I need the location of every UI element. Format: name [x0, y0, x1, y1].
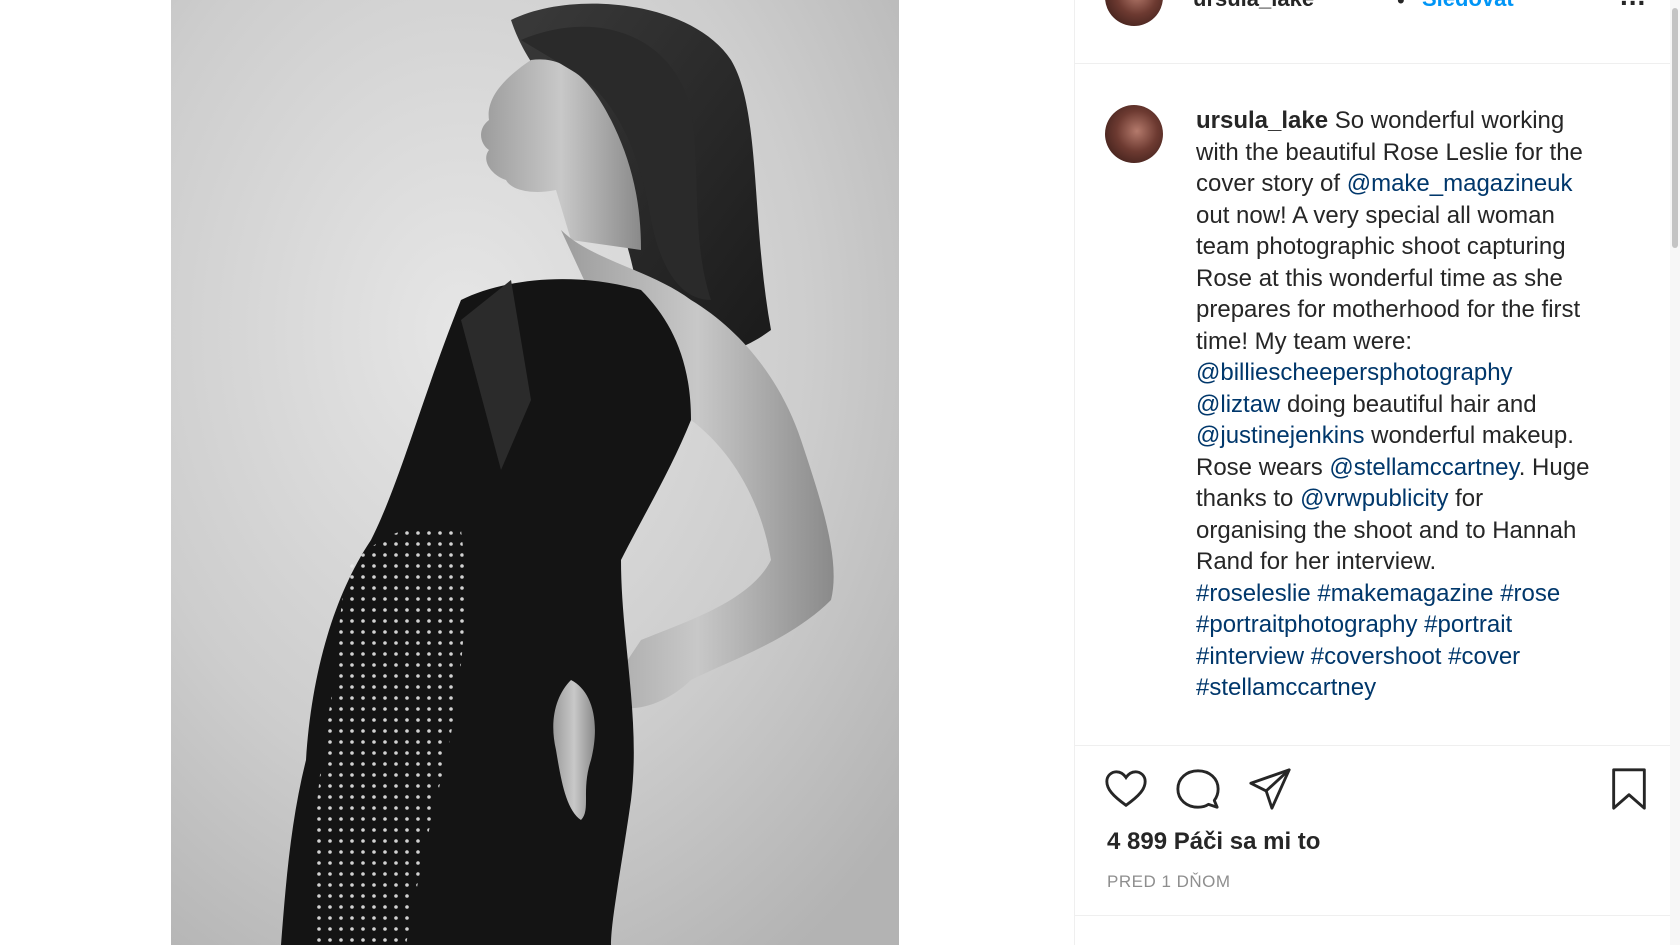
- bookmark-icon[interactable]: [1606, 766, 1652, 812]
- caption-line: organising the shoot and to Hannah: [1196, 516, 1577, 544]
- hashtag-link[interactable]: #rose: [1500, 580, 1560, 607]
- paper-plane-icon[interactable]: [1247, 766, 1293, 812]
- header-separator: •: [1397, 0, 1405, 13]
- caption-author-avatar[interactable]: [1105, 105, 1163, 163]
- comment-bubble-icon[interactable]: [1175, 766, 1221, 812]
- hashtag-link[interactable]: #makemagazine: [1317, 580, 1493, 607]
- caption-text: cover story of: [1196, 170, 1347, 197]
- scrollbar-thumb[interactable]: [1672, 8, 1678, 248]
- hashtag-link[interactable]: #portrait: [1424, 611, 1512, 638]
- caption-text: doing beautiful hair and: [1280, 390, 1537, 418]
- hashtag-link[interactable]: #stellamccartney: [1196, 674, 1376, 701]
- comments-section[interactable]: ursula_lake So wonderful working with th…: [1075, 65, 1671, 745]
- caption-line: with the beautiful Rose Leslie for the: [1196, 138, 1583, 166]
- mention-link[interactable]: @liztaw: [1196, 391, 1280, 418]
- caption-line: cover story of @make_magazineuk: [1196, 168, 1626, 200]
- page-scrollbar[interactable]: [1670, 0, 1680, 945]
- mention-link[interactable]: @make_magazineuk: [1347, 170, 1573, 197]
- caption-line: #stellamccartney: [1196, 672, 1626, 704]
- caption-username[interactable]: ursula_lake: [1196, 107, 1328, 134]
- caption-text: thanks to: [1196, 485, 1301, 512]
- post-timestamp[interactable]: PRED 1 DŇOM: [1107, 872, 1231, 892]
- hashtag-link[interactable]: #interview: [1196, 643, 1304, 670]
- caption-line: #portraitphotography #portrait: [1196, 609, 1626, 641]
- instagram-post-page: ursula_lake • Sledovať ... ursula_lake S…: [0, 0, 1680, 945]
- hashtag-link[interactable]: #cover: [1448, 643, 1520, 670]
- more-options-icon[interactable]: ...: [1620, 0, 1646, 12]
- post-side-panel: ursula_lake • Sledovať ... ursula_lake S…: [1074, 0, 1679, 945]
- post-actions: 4 899 Páči sa mi to PRED 1 DŇOM: [1075, 745, 1679, 915]
- heart-icon[interactable]: [1103, 766, 1149, 812]
- caption-line: Rose at this wonderful time as she: [1196, 264, 1563, 292]
- caption-line: out now! A very special all woman: [1196, 201, 1555, 229]
- post-photo[interactable]: [171, 0, 899, 945]
- likes-count[interactable]: 4 899 Páči sa mi to: [1107, 828, 1320, 856]
- caption-line: #interview #covershoot #cover: [1196, 641, 1626, 673]
- hashtag-link[interactable]: #covershoot: [1311, 643, 1442, 670]
- caption-text: for: [1448, 485, 1484, 512]
- follow-button[interactable]: Sledovať: [1422, 0, 1517, 12]
- author-avatar[interactable]: [1105, 0, 1163, 26]
- caption-text: Rose wears: [1196, 453, 1330, 481]
- author-username[interactable]: ursula_lake: [1193, 0, 1314, 12]
- post-caption: ursula_lake So wonderful working with th…: [1196, 105, 1626, 704]
- mention-link[interactable]: @vrwpublicity: [1300, 485, 1448, 512]
- mention-link[interactable]: @billiescheepersphotography: [1196, 359, 1513, 386]
- divider: [1075, 915, 1679, 916]
- caption-line: prepares for motherhood for the first: [1196, 296, 1581, 323]
- caption-line: @justinejenkins wonderful makeup.: [1196, 420, 1626, 452]
- mention-link[interactable]: @stellamccartney: [1329, 454, 1518, 481]
- post-header: ursula_lake • Sledovať ...: [1075, 0, 1679, 64]
- caption-line: thanks to @vrwpublicity for: [1196, 483, 1626, 515]
- hashtag-link[interactable]: #roseleslie: [1196, 580, 1311, 607]
- caption-line: Rand for her interview.: [1196, 548, 1437, 575]
- mention-link[interactable]: @justinejenkins: [1196, 422, 1364, 449]
- hashtag-link[interactable]: #portraitphotography: [1196, 611, 1417, 638]
- caption-line: @liztaw doing beautiful hair and: [1196, 389, 1626, 421]
- caption-line: @billiescheepersphotography: [1196, 357, 1626, 389]
- caption-line: Rose wears @stellamccartney. Huge: [1196, 452, 1626, 484]
- caption-line: time! My team were:: [1196, 327, 1413, 355]
- portrait-illustration: [171, 0, 899, 945]
- caption-text: So wonderful working: [1328, 107, 1565, 134]
- caption-line: #roseleslie #makemagazine #rose: [1196, 578, 1626, 610]
- caption-text: . Huge: [1518, 453, 1590, 481]
- caption-line: team photographic shoot capturing: [1196, 233, 1566, 260]
- caption-line: ursula_lake So wonderful working: [1196, 105, 1626, 137]
- caption-text: wonderful makeup.: [1364, 422, 1574, 449]
